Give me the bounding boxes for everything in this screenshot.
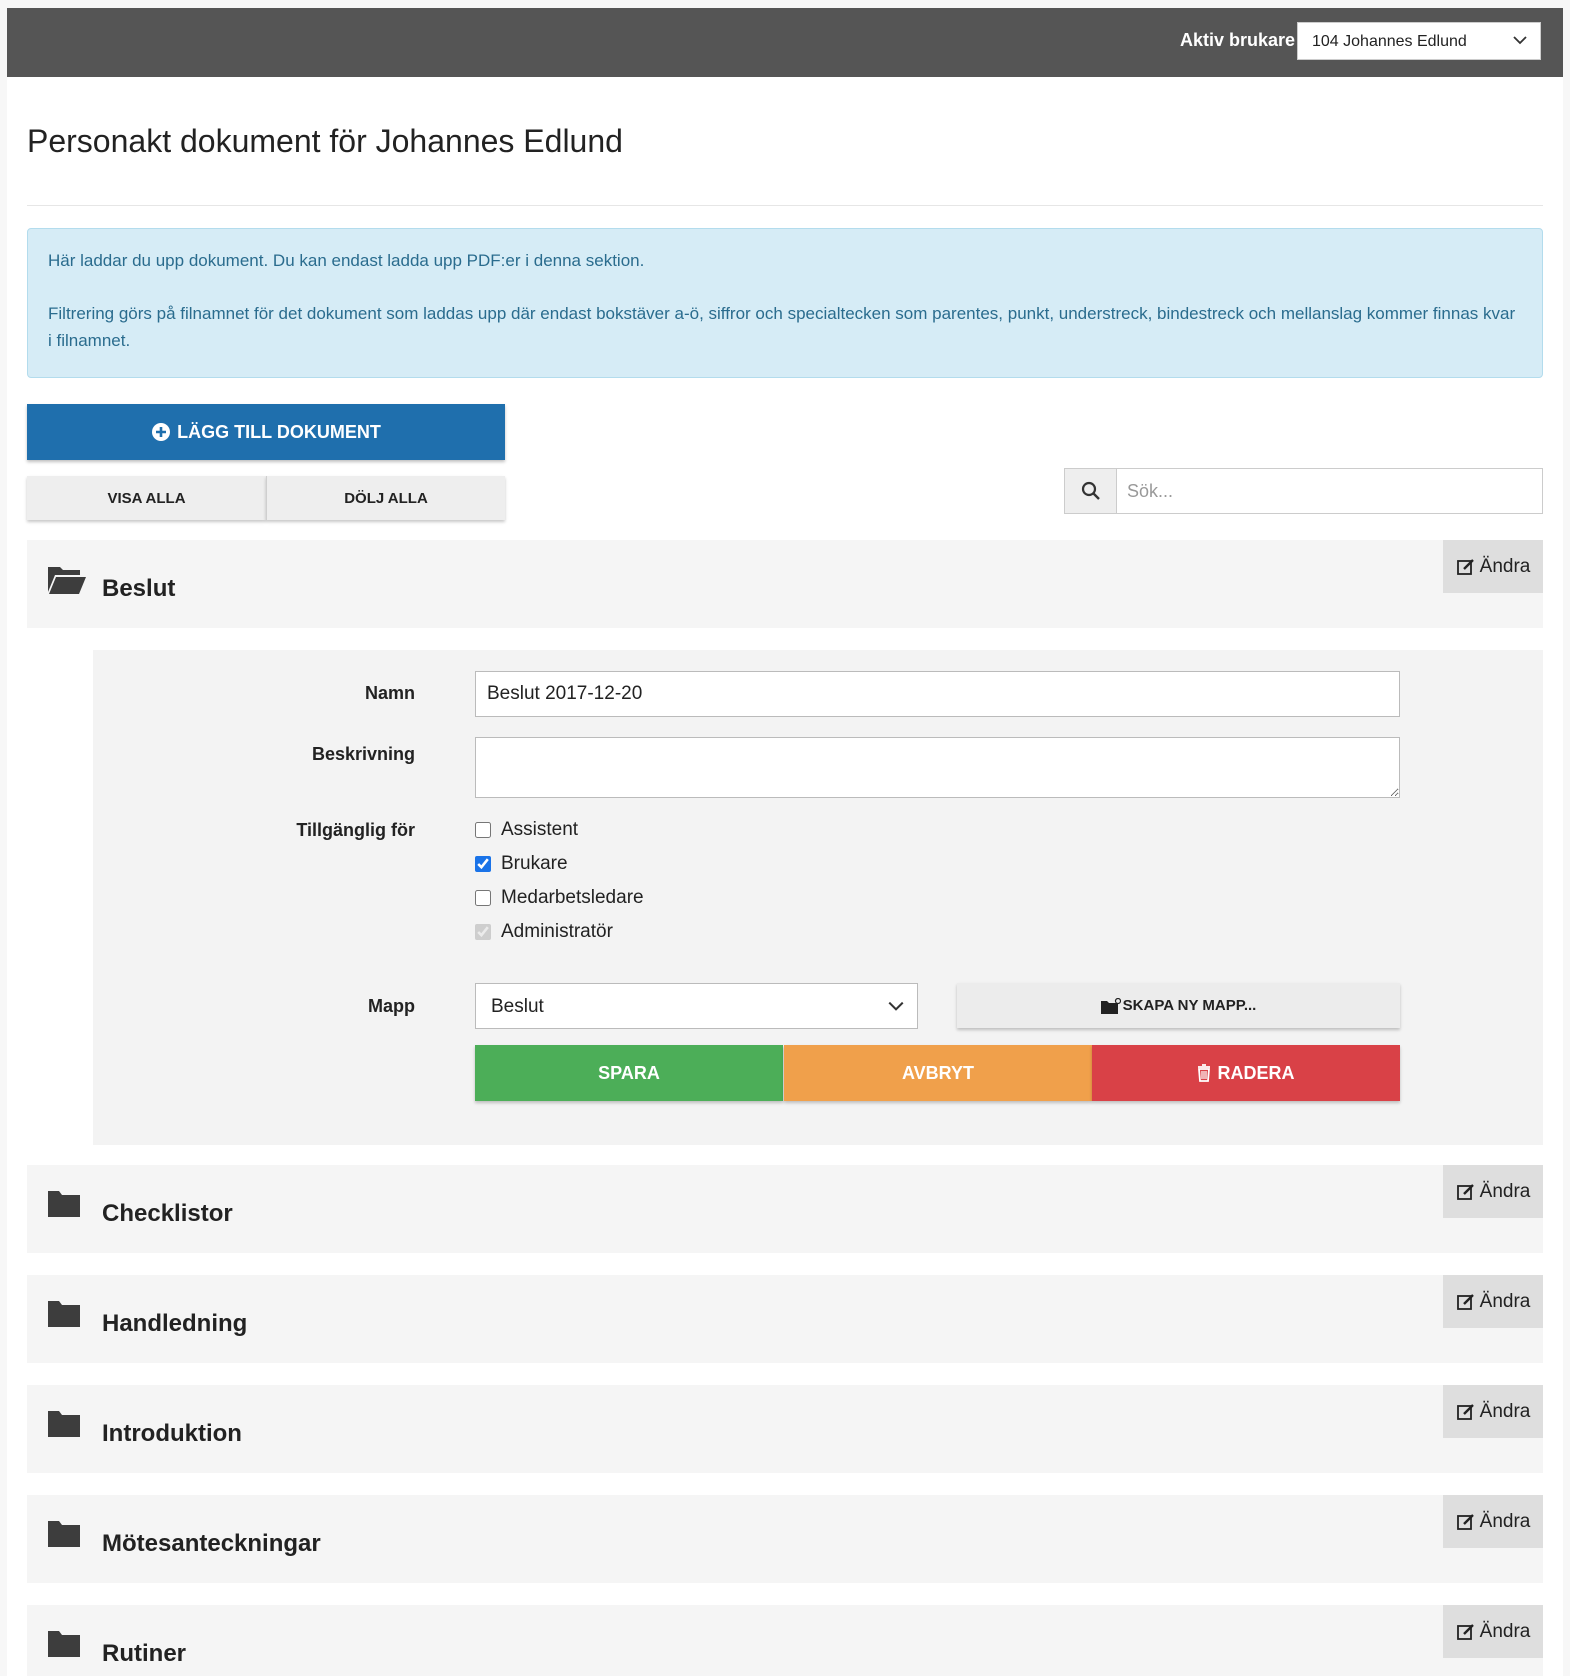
checkbox-brukare[interactable] <box>475 856 491 872</box>
delete-label: RADERA <box>1217 1062 1295 1083</box>
page-title: Personakt dokument för Johannes Edlund <box>27 123 623 159</box>
search-addon <box>1064 468 1117 514</box>
cancel-button[interactable]: AVBRYT <box>784 1045 1092 1101</box>
available-for-label: Tillgänglig för <box>296 820 415 840</box>
folder-open-icon <box>48 567 86 594</box>
save-button[interactable]: SPARA <box>475 1045 783 1101</box>
folder-icon <box>48 1301 80 1327</box>
edit-folder-button[interactable]: Ändra <box>1443 1495 1543 1548</box>
page-content: Personakt dokument för Johannes Edlund H… <box>7 77 1563 1676</box>
info-text-upload: Här laddar du upp dokument. Du kan endas… <box>48 251 645 270</box>
folder-select-value: Beslut <box>491 996 544 1017</box>
info-text-filter: Filtrering görs på filnamnet för det dok… <box>48 304 1516 350</box>
folder-name: Rutiner <box>102 1640 186 1667</box>
role-option-assistent[interactable]: Assistent <box>475 819 578 841</box>
checkbox-administrator <box>475 924 491 940</box>
folder-name: Beslut <box>102 575 176 602</box>
edit-icon <box>1456 1293 1474 1310</box>
edit-icon <box>1456 1513 1474 1530</box>
role-option-brukare[interactable]: Brukare <box>475 853 568 875</box>
folder-icon <box>48 1631 80 1657</box>
folder-select[interactable]: Beslut <box>475 983 918 1029</box>
show-all-button[interactable]: VISA ALLA <box>27 476 266 520</box>
edit-icon <box>1456 1403 1474 1420</box>
folder-row-checklistor[interactable]: Checklistor Ändra <box>27 1165 1543 1253</box>
checkbox-medarbetsledare[interactable] <box>475 890 491 906</box>
folder-row-rutiner[interactable]: Rutiner Ändra <box>27 1605 1543 1676</box>
edit-label: Ändra <box>1479 1620 1531 1642</box>
role-option-administrator: Administratör <box>475 921 613 943</box>
folder-row-introduktion[interactable]: Introduktion Ändra <box>27 1385 1543 1473</box>
folder-row-beslut[interactable]: Beslut Ändra <box>27 540 1543 628</box>
folder-row-motesanteckningar[interactable]: Mötesanteckningar Ändra <box>27 1495 1543 1583</box>
folder-label: Mapp <box>368 996 415 1016</box>
folder-icon <box>48 1521 80 1547</box>
delete-button[interactable]: RADERA <box>1092 1045 1400 1101</box>
chevron-down-icon <box>888 1001 904 1011</box>
create-folder-button[interactable]: SKAPA NY MAPP... <box>957 983 1400 1028</box>
info-alert: Här laddar du upp dokument. Du kan endas… <box>27 228 1543 378</box>
folder-icon <box>48 1411 80 1437</box>
document-edit-panel: Namn Beskrivning Tillgänglig för Assiste… <box>93 650 1543 1145</box>
edit-folder-button[interactable]: Ändra <box>1443 1165 1543 1218</box>
document-name-field[interactable] <box>475 671 1400 717</box>
role-label: Administratör <box>501 921 613 942</box>
folder-name: Handledning <box>102 1310 248 1337</box>
edit-folder-button[interactable]: Ändra <box>1443 1275 1543 1328</box>
chevron-down-icon <box>1513 36 1527 45</box>
checkbox-assistent[interactable] <box>475 822 491 838</box>
edit-label: Ändra <box>1479 1290 1531 1312</box>
edit-label: Ändra <box>1479 555 1531 577</box>
role-label: Medarbetsledare <box>501 887 644 908</box>
hide-all-button[interactable]: DÖLJ ALLA <box>266 476 505 520</box>
trash-icon <box>1198 1064 1211 1082</box>
folder-name: Checklistor <box>102 1200 233 1227</box>
folder-name: Introduktion <box>102 1420 242 1447</box>
edit-label: Ändra <box>1479 1510 1531 1532</box>
active-user-label: Aktiv brukare <box>1180 30 1296 50</box>
edit-icon <box>1456 558 1474 575</box>
role-label: Assistent <box>501 819 579 840</box>
folder-icon <box>48 1191 80 1217</box>
role-label: Brukare <box>501 853 568 874</box>
folder-name: Mötesanteckningar <box>102 1530 321 1557</box>
folder-plus-icon <box>1100 997 1121 1014</box>
plus-circle-icon <box>152 423 171 441</box>
edit-icon <box>1456 1623 1474 1640</box>
description-label: Beskrivning <box>311 744 415 764</box>
description-field[interactable] <box>475 737 1400 798</box>
add-document-label: LÄGG TILL DOKUMENT <box>177 421 381 442</box>
create-folder-label: SKAPA NY MAPP... <box>1122 997 1257 1014</box>
edit-folder-button[interactable]: Ändra <box>1443 1385 1543 1438</box>
edit-folder-button[interactable]: Ändra <box>1443 540 1543 593</box>
add-document-button[interactable]: LÄGG TILL DOKUMENT <box>27 404 505 460</box>
role-option-medarbetsledare[interactable]: Medarbetsledare <box>475 887 644 909</box>
active-user-select[interactable]: 104 Johannes Edlund <box>1297 22 1541 60</box>
edit-folder-button[interactable]: Ändra <box>1443 1605 1543 1658</box>
name-label: Namn <box>364 683 415 703</box>
folder-row-handledning[interactable]: Handledning Ändra <box>27 1275 1543 1363</box>
active-user-value: 104 Johannes Edlund <box>1312 33 1467 50</box>
search-input[interactable] <box>1116 468 1543 514</box>
edit-icon <box>1456 1183 1474 1200</box>
edit-label: Ändra <box>1479 1180 1531 1202</box>
divider <box>27 205 1543 206</box>
edit-label: Ändra <box>1479 1400 1531 1422</box>
search-icon <box>1081 481 1100 500</box>
